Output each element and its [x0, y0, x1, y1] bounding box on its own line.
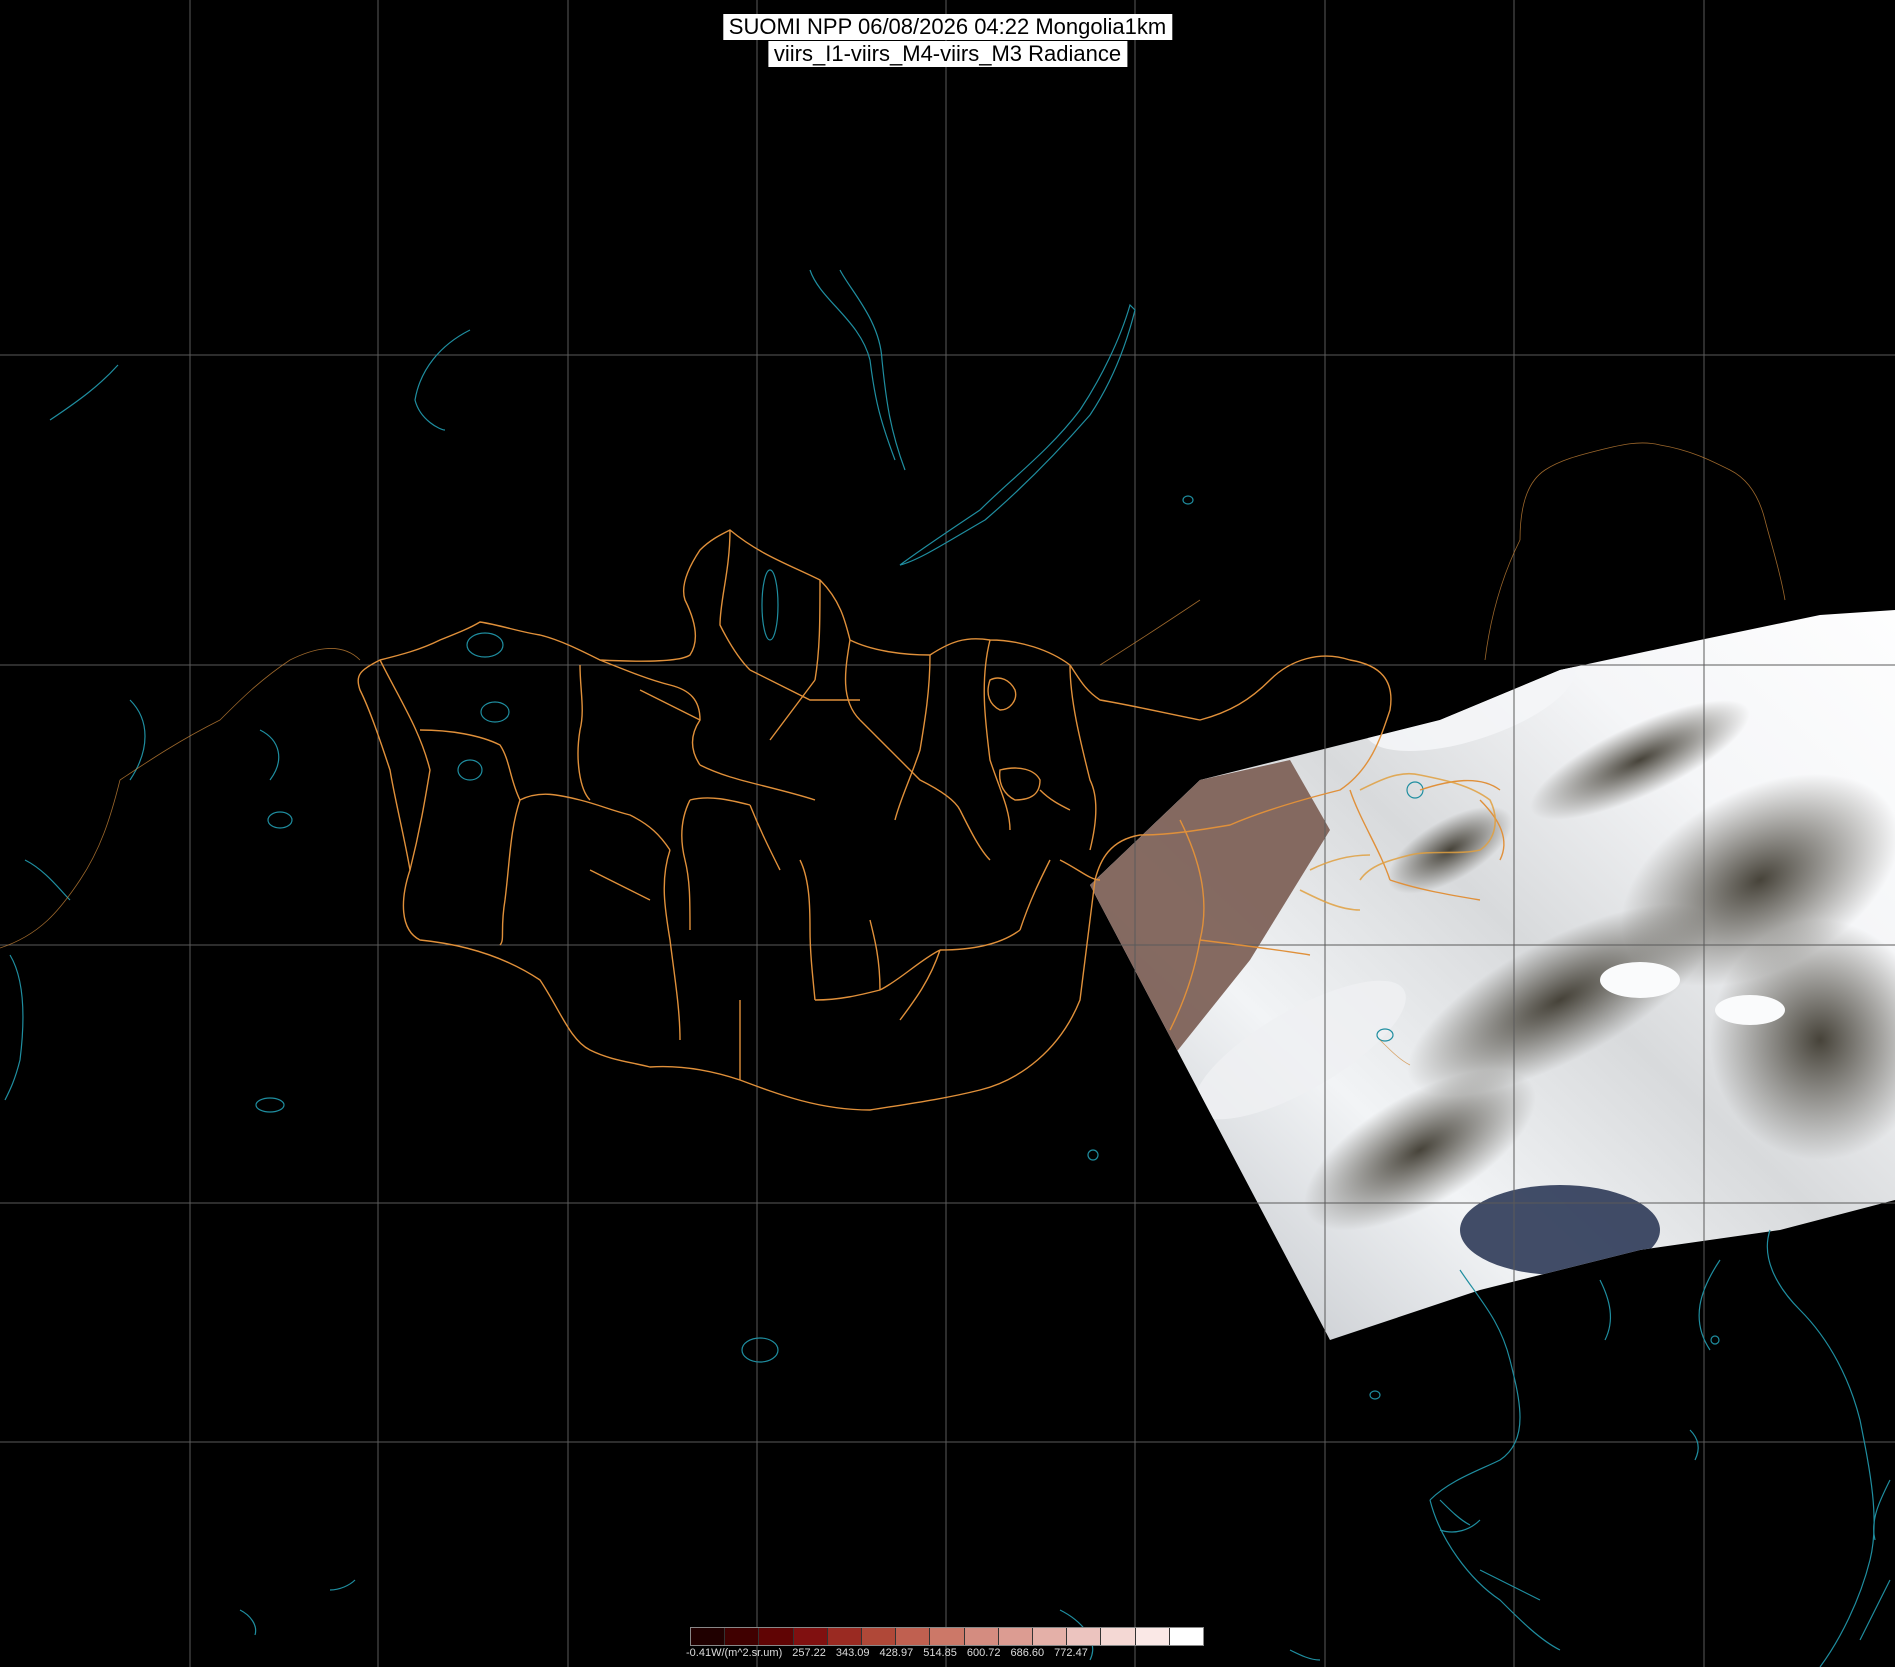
colorbar-segment: [759, 1628, 794, 1645]
colorbar-segment: [896, 1628, 931, 1645]
colorbar-labels: -0.41W/(m^2.sr.um) 257.22 343.09 428.97 514.…: [686, 1647, 1098, 1659]
colorbar-segment: [691, 1628, 726, 1645]
colorbar-segment: [964, 1628, 999, 1645]
colorbar-tick-label: 257.22: [792, 1647, 826, 1659]
colorbar-tick-label: 514.85: [923, 1647, 957, 1659]
colorbar-segment: [827, 1628, 863, 1645]
title-line-2: viirs_I1-viirs_M4-viirs_M3 Radiance: [767, 41, 1128, 67]
colorbar-segment: [930, 1628, 965, 1645]
colorbar-segment: [1135, 1628, 1170, 1645]
colorbar-segment: [862, 1628, 897, 1645]
colorbar-segment: [1033, 1628, 1068, 1645]
colorbar-tick-label: 772.47: [1054, 1647, 1088, 1659]
colorbar-segment: [725, 1628, 760, 1645]
colorbar-segment: [998, 1628, 1034, 1645]
colorbar-tick-label: 343.09: [835, 1647, 870, 1659]
colorbar-segment: [793, 1628, 828, 1645]
satellite-map: [0, 0, 1895, 1667]
colorbar-tick-label: 428.97: [879, 1647, 914, 1659]
colorbar-segment: [1169, 1628, 1204, 1645]
title-line-1: SUOMI NPP 06/08/2026 04:22 Mongolia1km: [722, 14, 1173, 40]
colorbar: [690, 1627, 1204, 1646]
colorbar-segment: [1067, 1628, 1102, 1645]
colorbar-tick-label: 600.72: [966, 1647, 1001, 1659]
colorbar-segment: [1101, 1628, 1136, 1645]
colorbar-tick-label: 686.60: [1010, 1647, 1045, 1659]
colorbar-tick-label: -0.41W/(m^2.sr.um): [686, 1647, 783, 1659]
